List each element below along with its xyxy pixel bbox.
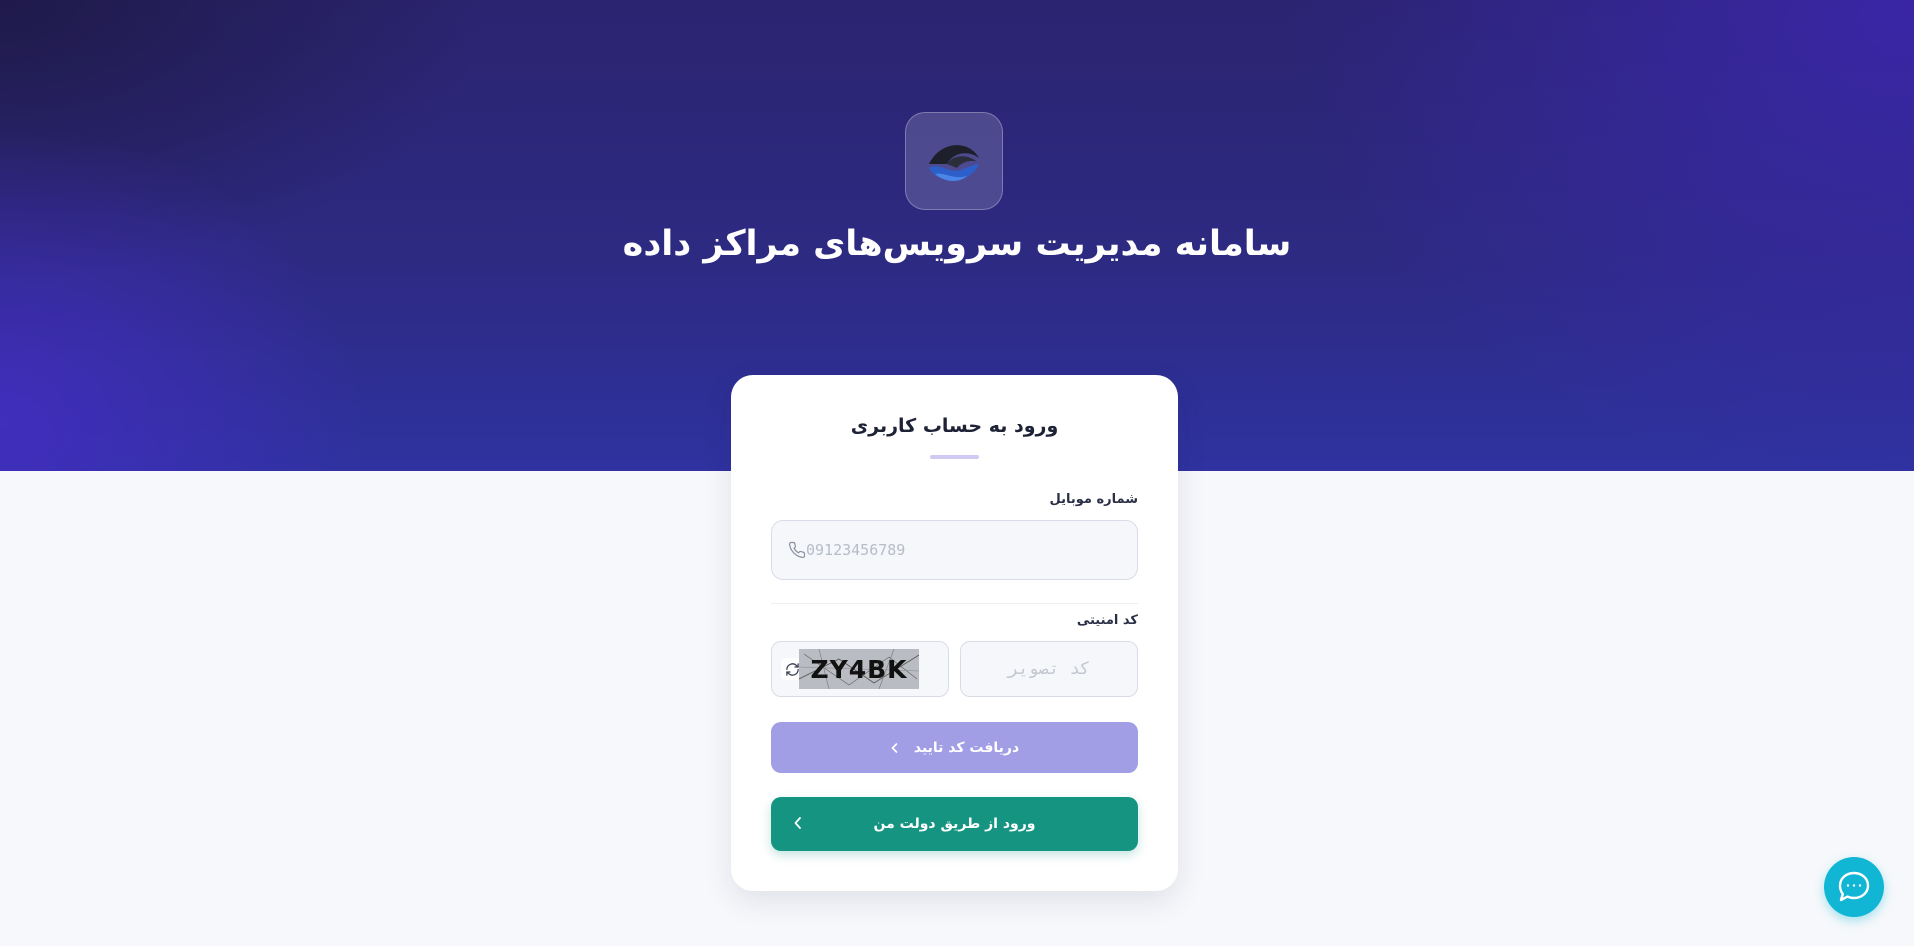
support-chat-button[interactable] [1824,857,1884,917]
gov-login-label: ورود از طریق دولت من [873,816,1036,832]
divider [771,603,1138,604]
app-logo [905,112,1003,210]
captcha-input[interactable] [961,659,1137,679]
chat-bubble-icon [1838,871,1870,902]
gov-login-button[interactable]: ورود از طریق دولت من [771,797,1138,851]
title-underline [930,455,979,459]
get-code-label: دریافت کد تایید [913,739,1020,756]
phone-label: شماره موبایل [1049,492,1138,507]
chevron-left-icon [891,742,898,753]
phone-field[interactable] [771,520,1138,580]
captcha-container: ZY4BK [771,641,949,697]
captcha-text: ZY4BK [810,654,908,684]
captcha-image: ZY4BK [799,649,919,689]
phone-input[interactable] [806,541,1121,559]
wave-logo-icon [929,145,979,181]
site-title: سامانه مدیریت سرویس‌های مراکز داده [622,224,1292,264]
captcha-label: کد امنیتی [1076,613,1138,628]
refresh-icon [785,662,799,676]
login-card: ورود به حساب کاربری شماره موبایل کد امنی… [731,375,1178,891]
phone-icon [788,541,806,559]
login-card-title: ورود به حساب کاربری [850,415,1059,437]
captcha-field[interactable] [960,641,1138,697]
get-verification-code-button[interactable]: دریافت کد تایید [771,722,1138,773]
chevron-left-icon [794,817,801,829]
